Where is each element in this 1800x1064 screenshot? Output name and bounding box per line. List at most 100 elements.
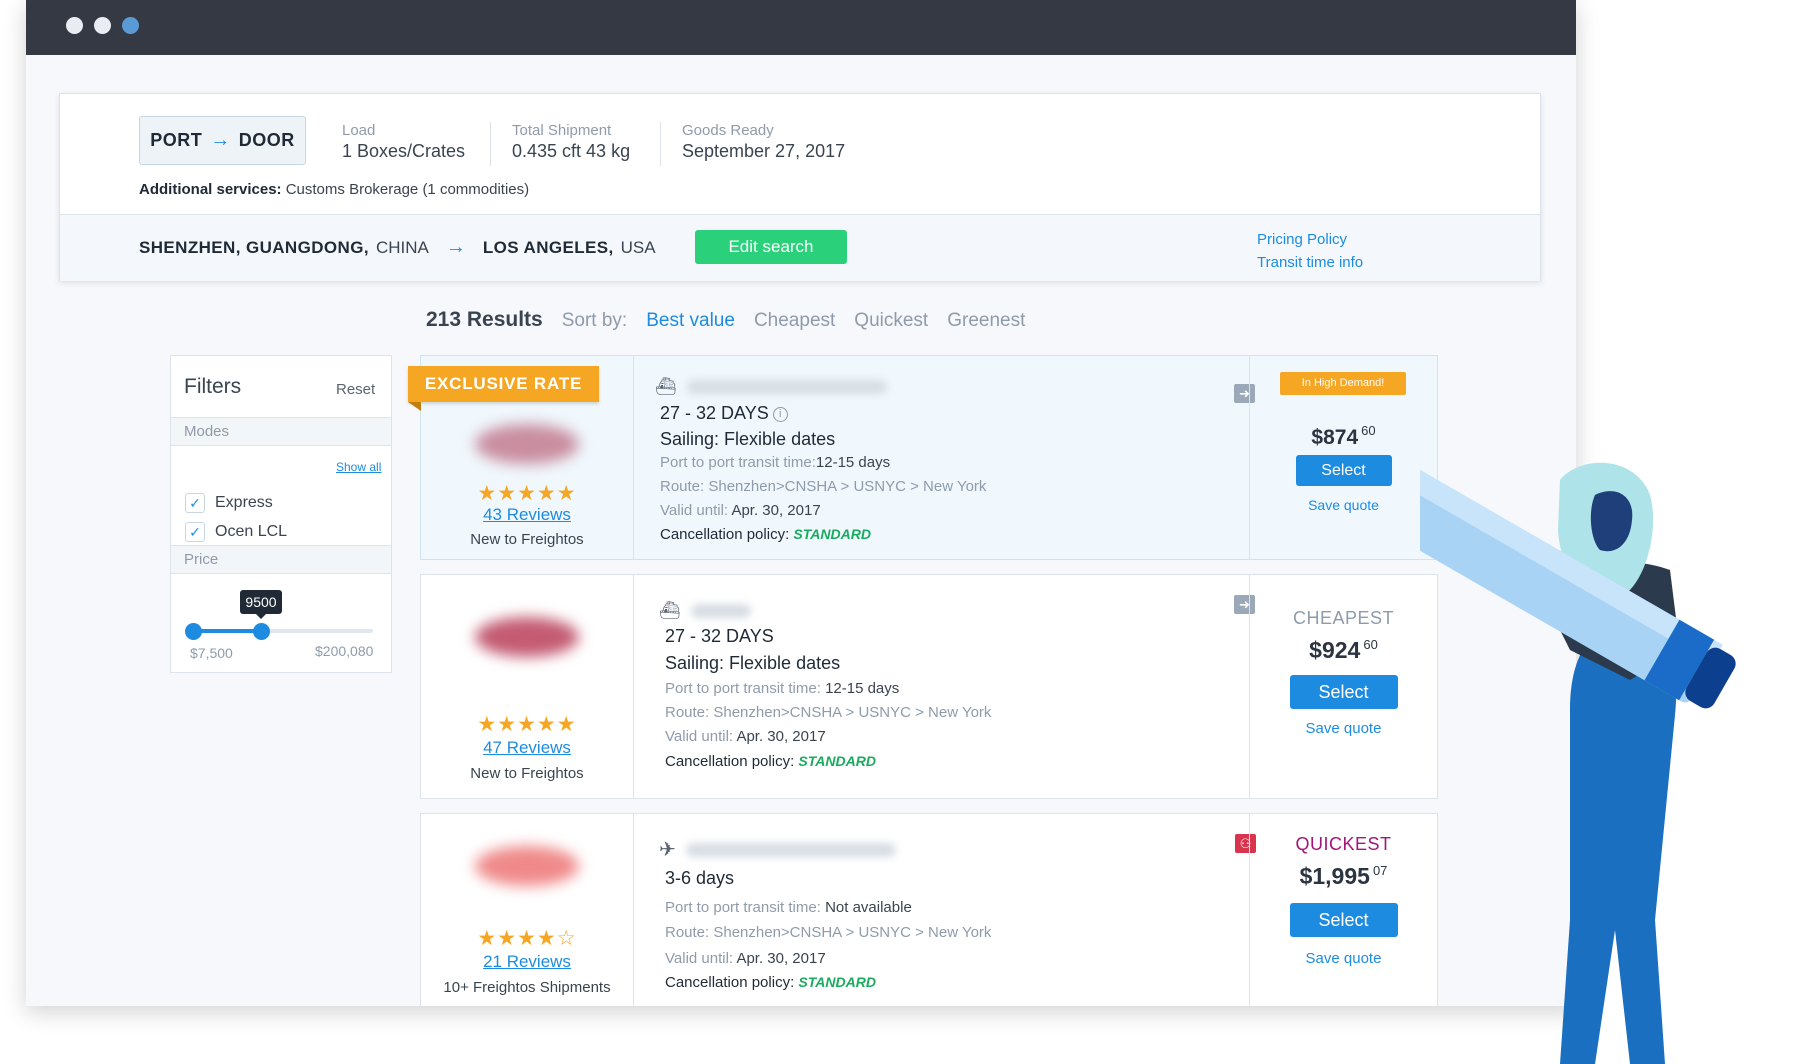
check-icon[interactable]: ✓ — [185, 522, 205, 542]
carrier-name-hidden — [686, 380, 887, 394]
show-all-link[interactable]: Show all — [336, 460, 381, 474]
origin-city: SHENZHEN, GUANGDONG, — [139, 237, 369, 257]
valid-until-label: Valid until: — [660, 502, 729, 519]
goods-ready-label: Goods Ready — [682, 122, 774, 139]
star-icon: ★★★★★ — [477, 713, 577, 736]
offer-price: $1,995 07 — [1250, 863, 1437, 890]
valid-until-value: Apr. 30, 2017 — [736, 950, 826, 967]
modes-section: Show all ✓ Express ✓ Ocen LCL — [171, 446, 391, 546]
carrier-name-hidden — [685, 842, 896, 857]
cancellation-value: STANDARD — [798, 753, 876, 769]
select-button[interactable]: Select — [1289, 903, 1398, 937]
info-icon[interactable]: i — [772, 406, 788, 422]
price-main: $924 — [1309, 637, 1361, 663]
transit-days-value: 27 - 32 DAYS — [660, 403, 769, 423]
sort-greenest[interactable]: Greenest — [947, 310, 1025, 332]
price-cents: 07 — [1372, 863, 1388, 878]
arrow-right-icon: → — [445, 236, 466, 258]
transit-time-label: Port to port transit time: — [665, 899, 821, 916]
reviews-link[interactable]: 21 Reviews — [421, 952, 633, 972]
window-close-dot[interactable] — [66, 17, 83, 34]
transit-time-info-link[interactable]: Transit time info — [1257, 251, 1363, 274]
transit-days: 27 - 32 DAYS — [665, 626, 774, 646]
carrier-name-hidden — [690, 604, 751, 618]
carrier-name: ✈ — [659, 837, 896, 862]
transit-time-value: 12-15 days — [825, 680, 900, 697]
high-demand-badge: In High Demand! — [1280, 372, 1406, 395]
valid-until-line: Valid until: Apr. 30, 2017 — [665, 950, 826, 967]
filters-panel: Filters Reset Modes Show all ✓ Express ✓… — [170, 355, 392, 673]
transit-time-label: Port to port transit time: — [660, 454, 816, 471]
price-cents: 60 — [1361, 423, 1376, 438]
offer-seller-column: ★★★★★ 47 Reviews New to Freightos — [421, 575, 634, 798]
seller-note: 10+ Freightos Shipments — [443, 979, 611, 996]
results-count: 213 Results — [426, 308, 543, 331]
window-minimize-dot[interactable] — [94, 17, 111, 34]
goods-ready-value: September 27, 2017 — [682, 141, 846, 161]
route-line: Route: Shenzhen>CNSHA > USNYC > New York — [665, 924, 992, 941]
offer-price: $874 60 — [1250, 423, 1437, 450]
pricing-policy-link[interactable]: Pricing Policy — [1257, 228, 1363, 251]
offer-card: ★★★★☆ 21 Reviews 10+ Freightos Shipments… — [420, 813, 1438, 1006]
save-quote-link[interactable]: Save quote — [1250, 950, 1437, 967]
carrier-name: ⛴ — [659, 601, 751, 621]
sort-cheapest[interactable]: Cheapest — [754, 310, 835, 332]
select-button[interactable]: Select — [1295, 455, 1392, 486]
window-maximize-dot[interactable] — [122, 17, 139, 34]
divider — [490, 122, 491, 166]
price-main: $1,995 — [1299, 863, 1370, 889]
cancellation-value: STANDARD — [793, 526, 871, 542]
summary-route-bar: SHENZHEN, GUANGDONG, CHINA → LOS ANGELES… — [60, 215, 1540, 281]
sort-best-value[interactable]: Best value — [646, 310, 735, 332]
transit-time-line: Port to port transit time: Not available — [665, 899, 912, 916]
woman-with-pencil-illustration — [1420, 462, 1736, 1064]
cancellation-label: Cancellation policy: — [665, 753, 795, 770]
select-button[interactable]: Select — [1289, 675, 1398, 709]
price-main: $874 — [1311, 426, 1359, 449]
transit-time-label: Port to port transit time: — [665, 680, 821, 697]
quickest-tag: QUICKEST — [1295, 834, 1392, 854]
reviews-link[interactable]: 47 Reviews — [421, 738, 633, 758]
browser-window: PORT → DOOR Load 1 Boxes/Crates Total Sh… — [26, 0, 1576, 1006]
check-icon[interactable]: ✓ — [185, 493, 205, 513]
transit-days: 27 - 32 DAYS i — [660, 403, 788, 424]
cancellation-value: STANDARD — [798, 974, 876, 990]
price-slider-max-handle[interactable] — [253, 623, 270, 640]
sort-quickest[interactable]: Quickest — [854, 310, 928, 332]
shipment-info: Total Shipment 0.435 cft 43 kg — [512, 122, 630, 162]
reviews-link[interactable]: 43 Reviews — [421, 505, 633, 525]
divider — [660, 122, 661, 166]
cancellation-line: Cancellation policy: STANDARD — [665, 974, 876, 991]
transit-time-value: 12-15 days — [815, 454, 891, 471]
plane-icon: ✈ — [659, 839, 676, 861]
filters-reset-button[interactable]: Reset — [336, 381, 375, 398]
save-quote-link[interactable]: Save quote — [1250, 497, 1437, 513]
results-sort-bar: 213 Results Sort by: Best value Cheapest… — [426, 308, 1025, 332]
valid-until-label: Valid until: — [665, 728, 734, 745]
route-line: Route: Shenzhen>CNSHA > USNYC > New York — [665, 704, 992, 721]
offer-seller-column: ★★★★☆ 21 Reviews 10+ Freightos Shipments — [421, 814, 634, 1006]
origin-country: CHINA — [375, 237, 429, 257]
price-section-label: Price — [171, 546, 391, 574]
save-quote-link[interactable]: Save quote — [1250, 720, 1437, 737]
seller-note: New to Freightos — [470, 531, 584, 548]
cancellation-label: Cancellation policy: — [660, 526, 790, 543]
offer-price: $924 60 — [1250, 637, 1437, 664]
price-slider-min-handle[interactable] — [185, 623, 202, 640]
valid-until-label: Valid until: — [665, 950, 734, 967]
price-min-label: $7,500 — [190, 645, 233, 661]
seller-logo — [475, 617, 579, 657]
mode-filter-express[interactable]: ✓ Express — [185, 493, 273, 513]
mode-filter-ocean-lcl[interactable]: ✓ Ocen LCL — [185, 522, 287, 542]
cancellation-line: Cancellation policy: STANDARD — [660, 526, 871, 543]
transit-time-value: Not available — [825, 899, 912, 916]
arrow-right-icon: → — [210, 129, 231, 151]
sailing-dates: Sailing: Flexible dates — [665, 653, 841, 673]
route-summary: SHENZHEN, GUANGDONG, CHINA → LOS ANGELES… — [139, 236, 656, 259]
exclusive-rate-ribbon: EXCLUSIVE RATE — [408, 366, 599, 411]
seller-logo — [475, 846, 579, 886]
edit-search-button[interactable]: Edit search — [695, 230, 847, 264]
modes-section-label: Modes — [171, 418, 391, 446]
price-cents: 60 — [1363, 637, 1378, 652]
star-icon: ★★★★★ — [477, 482, 577, 505]
